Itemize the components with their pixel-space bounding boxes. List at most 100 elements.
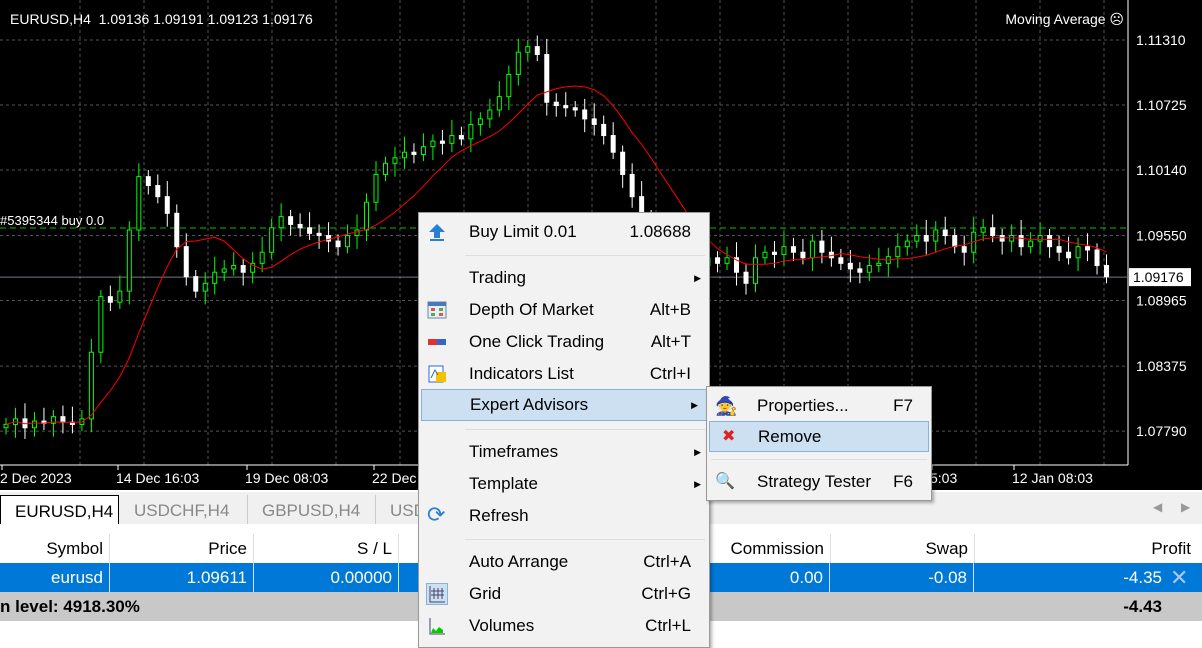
col-commission[interactable]: Commission — [700, 534, 831, 563]
price-axis-label: 1.10140 — [1136, 162, 1187, 178]
candle-body — [904, 240, 910, 248]
submenu-item-remove[interactable]: ✖ Remove — [709, 421, 929, 452]
candle-body — [506, 73, 512, 98]
candle-body — [449, 135, 455, 144]
candle-body — [601, 123, 607, 137]
candle-body — [620, 151, 626, 175]
price-axis-label: 1.10725 — [1136, 97, 1187, 113]
symbol-ohlc-header: EURUSD,H4 1.09136 1.09191 1.09123 1.0917… — [10, 11, 313, 27]
candle-body — [762, 251, 768, 259]
close-position-icon[interactable]: ✕ — [1170, 565, 1188, 591]
col-profit[interactable]: Profit — [975, 534, 1197, 563]
tab-usdchf[interactable]: USDCHF,H4 — [120, 495, 248, 524]
candle-body — [895, 246, 901, 258]
candle-body — [1075, 246, 1081, 259]
candle-body — [914, 235, 920, 242]
current-price-label: 1.09176 — [1133, 269, 1184, 285]
col-sl[interactable]: S / L — [254, 534, 399, 563]
col-price[interactable]: Price — [110, 534, 254, 563]
col-swap[interactable]: Swap — [831, 534, 975, 563]
candle-body — [724, 257, 730, 264]
candle-body — [335, 240, 341, 248]
expert-properties-icon: 🧙 — [715, 396, 738, 416]
menu-item-grid[interactable]: Grid Ctrl+G — [419, 579, 709, 609]
submenu-arrow-icon: ▶ — [694, 273, 701, 283]
menu-item-expert-advisors[interactable]: Expert Advisors ▶ — [421, 389, 707, 421]
candle-body — [819, 240, 825, 253]
candle-body — [534, 46, 540, 55]
candle-body — [980, 227, 986, 233]
candle-body — [781, 246, 787, 255]
candle-body — [259, 251, 265, 264]
candle-body — [866, 265, 872, 273]
candle-body — [126, 229, 132, 292]
candle-body — [411, 151, 417, 155]
candle-body — [174, 212, 180, 248]
candle-body — [382, 162, 388, 175]
candle-body — [629, 173, 635, 198]
candle-body — [923, 235, 929, 242]
depth-of-market-icon — [427, 301, 447, 319]
candle-body — [752, 257, 758, 284]
col-symbol[interactable]: Symbol — [0, 534, 110, 563]
candle-body — [515, 51, 521, 75]
candle-body — [3, 423, 9, 429]
menu-item-one-click-trading[interactable]: One Click Trading Alt+T — [419, 327, 709, 357]
candle-body — [790, 246, 796, 253]
menu-item-indicators-list[interactable]: Indicators List Ctrl+I — [419, 359, 709, 389]
candle-body — [544, 53, 550, 103]
remove-expert-icon: ✖ — [722, 428, 736, 445]
candle-body — [715, 257, 721, 264]
candle-body — [193, 276, 199, 292]
candle-body — [1056, 246, 1062, 253]
candle-body — [487, 109, 493, 120]
expert-advisor-label[interactable]: Moving Average ☹ — [1005, 11, 1124, 28]
candle-body — [553, 101, 559, 107]
cell-swap: -0.08 — [830, 563, 974, 592]
candle-body — [468, 123, 474, 140]
menu-item-auto-arrange[interactable]: Auto Arrange Ctrl+A — [419, 547, 709, 577]
candle-body — [98, 296, 104, 353]
tab-scroll-left-icon[interactable]: ◀ — [1153, 500, 1162, 514]
candle-body — [771, 251, 777, 255]
price-axis-label: 1.07790 — [1136, 423, 1187, 439]
menu-item-timeframes[interactable]: Timeframes ▶ — [419, 437, 709, 467]
menu-item-depth-of-market[interactable]: Depth Of Market Alt+B — [419, 295, 709, 325]
candle-body — [952, 235, 958, 248]
price-axis-label: 1.11310 — [1136, 32, 1186, 48]
submenu-item-properties[interactable]: 🧙 Properties... F7 — [707, 391, 931, 421]
menu-item-volumes[interactable]: Volumes Ctrl+L — [419, 611, 709, 641]
candle-body — [610, 135, 616, 153]
candle-body — [582, 109, 588, 120]
candle-body — [847, 262, 853, 270]
time-axis-label: 22 Dec — [372, 470, 416, 486]
candle-body — [183, 246, 189, 278]
candle-body — [439, 140, 445, 144]
price-axis-label: 1.08375 — [1136, 358, 1187, 374]
price-axis-label: 1.09550 — [1136, 228, 1187, 244]
candle-body — [990, 227, 996, 237]
tab-eurusd[interactable]: EURUSD,H4 — [0, 495, 119, 524]
time-axis-label: 12 Jan 08:03 — [1012, 470, 1093, 486]
candle-body — [1018, 235, 1024, 248]
refresh-icon: ⟳ — [427, 502, 446, 527]
candle-body — [1094, 249, 1100, 267]
menu-item-template[interactable]: Template ▶ — [419, 469, 709, 499]
cell-commission: 0.00 — [700, 563, 830, 592]
context-menu: Buy Limit 0.01 1.08688 Trading ▶ Depth Of … — [418, 212, 710, 648]
candle-body — [164, 196, 170, 214]
candle-body — [136, 176, 142, 231]
submenu-item-strategy-tester[interactable]: 🔍 Strategy Tester F6 — [707, 467, 931, 497]
menu-item-trading[interactable]: Trading ▶ — [419, 263, 709, 293]
tab-scroll-right-icon[interactable]: ▶ — [1181, 500, 1190, 514]
candle-body — [240, 265, 246, 273]
candle-body — [345, 235, 351, 248]
tab-gbpusd[interactable]: GBPUSD,H4 — [248, 495, 376, 524]
candle-body — [1104, 265, 1110, 278]
menu-item-buy-limit[interactable]: Buy Limit 0.01 1.08688 — [419, 217, 709, 247]
candle-body — [221, 268, 227, 273]
candle-body — [800, 251, 806, 259]
menu-item-refresh[interactable]: ⟳ Refresh — [419, 501, 709, 531]
volumes-icon — [429, 618, 445, 635]
margin-level: n level: 4918.30% — [0, 597, 140, 616]
